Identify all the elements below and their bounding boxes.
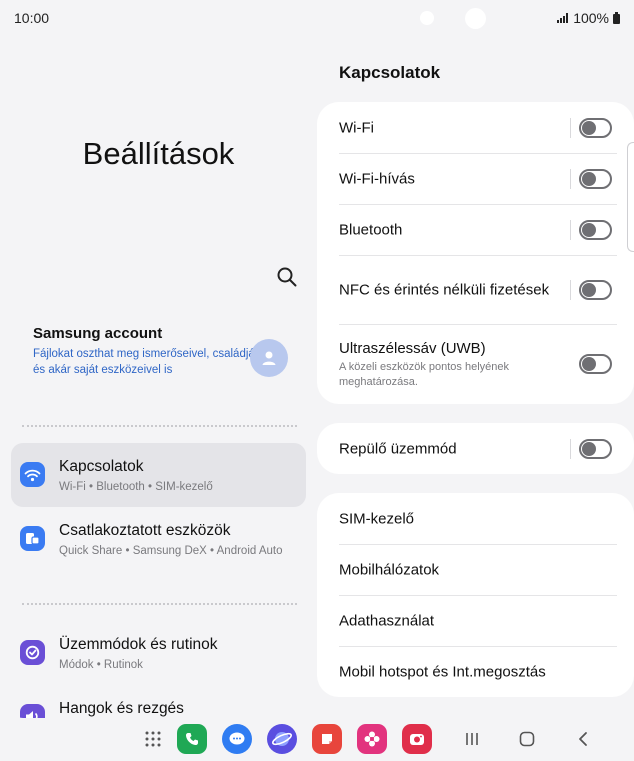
avatar[interactable] [250, 339, 288, 377]
network-card: SIM-kezelő Mobilhálózatok Adathasználat … [317, 493, 634, 697]
separator [570, 117, 571, 138]
status-indicators: 100% [557, 10, 620, 26]
home-icon [519, 731, 535, 747]
account-name: Samsung account [33, 325, 163, 342]
camera-cutout-icon [420, 11, 434, 25]
row-label: Wi-Fi-hívás [339, 170, 415, 187]
data-usage-row[interactable]: Adathasználat [317, 595, 634, 646]
wifi-icon [20, 462, 45, 487]
hotspot-row[interactable]: Mobil hotspot és Int.megosztás [317, 646, 634, 697]
separator [570, 168, 571, 189]
row-label: Ultraszélessáv (UWB) [339, 340, 486, 357]
search-icon [277, 267, 297, 287]
battery-percent: 100% [573, 10, 609, 26]
back-button[interactable] [569, 726, 597, 752]
mobile-networks-row[interactable]: Mobilhálózatok [317, 544, 634, 595]
uwb-row[interactable]: Ultraszélessáv (UWB) A közeli eszközök p… [317, 324, 634, 404]
menu-item-subtitle: Módok • Rutinok [59, 659, 143, 671]
separator [570, 219, 571, 240]
bluetooth-row[interactable]: Bluetooth [317, 204, 634, 255]
row-label: Mobilhálózatok [339, 561, 440, 578]
sim-manager-row[interactable]: SIM-kezelő [317, 493, 634, 544]
home-button[interactable] [513, 726, 541, 752]
status-bar: 10:00 100% [0, 0, 634, 36]
gallery-icon[interactable] [357, 724, 387, 754]
bluetooth-toggle[interactable] [579, 219, 612, 240]
row-label: Adathasználat [339, 612, 435, 629]
camera-icon[interactable] [402, 724, 432, 754]
wifi-calling-row[interactable]: Wi-Fi-hívás [317, 153, 634, 204]
notes-icon[interactable] [312, 724, 342, 754]
internet-icon[interactable] [267, 724, 297, 754]
sound-icon [20, 704, 45, 718]
nfc-row[interactable]: NFC és érintés nélküli fizetések [317, 255, 634, 324]
connections-card: Wi-Fi Wi-Fi-hívás Bluetooth NFC és érint… [317, 102, 634, 404]
camera-cutout-icon [465, 8, 486, 29]
separator [570, 279, 571, 300]
status-time: 10:00 [14, 10, 50, 26]
apps-grid-icon[interactable] [138, 724, 168, 754]
divider [22, 603, 297, 605]
menu-item-connections[interactable]: Kapcsolatok Wi-Fi • Bluetooth • SIM-keze… [11, 443, 306, 507]
recents-button[interactable] [458, 726, 486, 752]
menu-item-sounds-vibration[interactable]: Hangok és rezgés [11, 685, 306, 718]
messages-icon[interactable] [222, 724, 252, 754]
scrollbar[interactable] [627, 142, 634, 252]
phone-icon[interactable] [177, 724, 207, 754]
airplane-row[interactable]: Repülő üzemmód [317, 423, 634, 474]
account-description: Fájlokat oszthat meg ismerőseivel, csalá… [33, 348, 270, 376]
page-title: Beállítások [82, 136, 235, 171]
airplane-card: Repülő üzemmód [317, 423, 634, 474]
row-label: SIM-kezelő [339, 510, 415, 527]
modes-icon [20, 640, 45, 665]
divider [22, 425, 297, 427]
row-label: Wi-Fi [339, 119, 374, 136]
menu-item-connected-devices[interactable]: Csatlakoztatott eszközök Quick Share • S… [11, 507, 306, 571]
row-label: Mobil hotspot és Int.megosztás [339, 663, 546, 680]
back-icon [579, 732, 587, 746]
wifi-row[interactable]: Wi-Fi [317, 102, 634, 153]
devices-icon [20, 526, 45, 551]
uwb-toggle[interactable] [579, 354, 612, 374]
section-title: Kapcsolatok [339, 63, 441, 82]
menu-item-title: Kapcsolatok [59, 458, 144, 475]
menu-item-title: Hangok és rezgés [59, 700, 184, 717]
search-button[interactable] [276, 266, 300, 290]
separator [570, 438, 571, 459]
wifi-calling-toggle[interactable] [579, 168, 612, 189]
menu-item-modes-routines[interactable]: Üzemmódok és rutinok Módok • Rutinok [11, 621, 306, 685]
signal-icon [557, 13, 569, 23]
wifi-toggle[interactable] [579, 117, 612, 138]
navigation-bar [0, 718, 634, 761]
menu-item-subtitle: Wi-Fi • Bluetooth • SIM-kezelő [59, 481, 213, 493]
battery-icon [613, 12, 620, 24]
airplane-toggle[interactable] [579, 438, 612, 459]
menu-item-title: Üzemmódok és rutinok [59, 636, 218, 653]
samsung-account[interactable]: Samsung account Fájlokat oszthat meg ism… [33, 325, 273, 378]
nfc-toggle[interactable] [579, 279, 612, 300]
row-label: Repülő üzemmód [339, 440, 457, 457]
uwb-label-group: Ultraszélessáv (UWB) A közeli eszközök p… [339, 338, 559, 390]
row-label: NFC és érintés nélküli fizetések [339, 281, 550, 298]
menu-item-subtitle: Quick Share • Samsung DeX • Android Auto [59, 545, 283, 557]
person-icon [262, 351, 276, 365]
recents-icon [466, 733, 478, 745]
menu-item-title: Csatlakoztatott eszközök [59, 522, 231, 539]
row-sublabel: A közeli eszközök pontos helyének meghat… [339, 361, 509, 388]
row-label: Bluetooth [339, 221, 403, 238]
